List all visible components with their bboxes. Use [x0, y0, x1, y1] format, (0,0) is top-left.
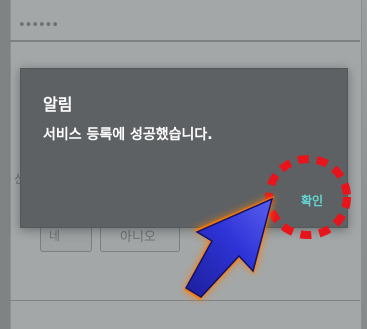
background-left-edge — [0, 0, 10, 329]
background-no-button-label: 아니오 — [120, 230, 156, 245]
dialog-message: 서비스 등록에 성공했습니다. — [43, 127, 213, 143]
password-field-underline — [10, 40, 360, 42]
background-yes-button — [40, 224, 92, 252]
dialog-title: 알림 — [43, 95, 73, 114]
background-yes-button-label: 네 — [49, 229, 61, 243]
password-field-mask: •••••• — [18, 18, 59, 33]
alert-dialog: 알림 서비스 등록에 성공했습니다. 확인 — [20, 68, 348, 228]
background-divider — [10, 300, 360, 301]
confirm-button[interactable]: 확인 — [289, 187, 335, 213]
